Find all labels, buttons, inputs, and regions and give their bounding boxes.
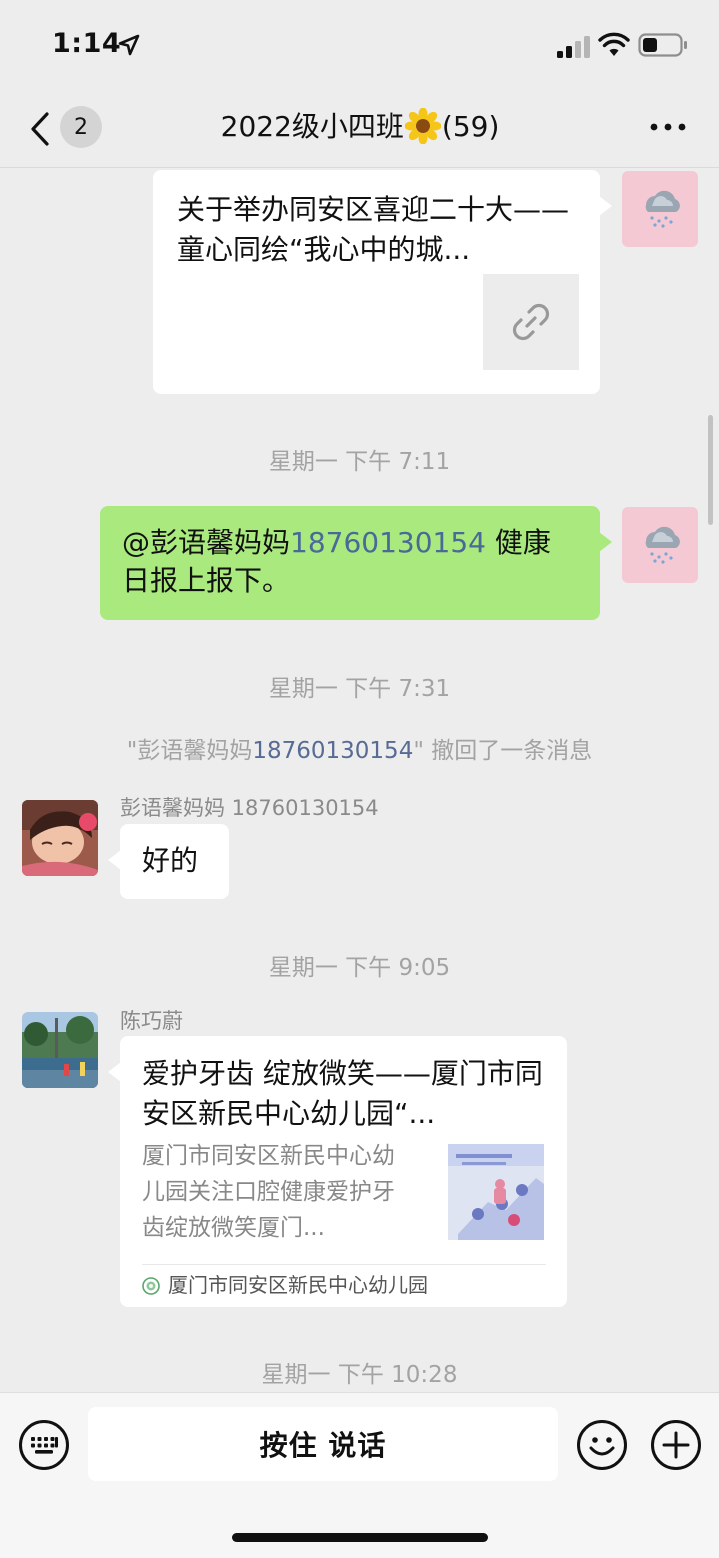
own-avatar[interactable] <box>622 507 698 583</box>
more-options-icon[interactable] <box>650 122 686 132</box>
recall-text: 撤回了一条消息 <box>423 738 593 764</box>
timestamp: 星期一 下午 10:28 <box>261 1362 458 1388</box>
add-attachment-icon[interactable] <box>650 1419 702 1471</box>
scrollbar[interactable] <box>708 415 713 525</box>
recall-quote-open: " <box>126 738 138 764</box>
article-thumbnail <box>448 1144 544 1240</box>
bubble-tail <box>599 532 612 552</box>
battery-icon <box>638 33 687 57</box>
mention-text: @彭语馨妈妈 <box>122 526 291 559</box>
hold-to-talk-button[interactable]: 按住 说话 <box>88 1407 558 1481</box>
sunflower-emoji-icon <box>404 108 441 144</box>
status-time: 1:14 <box>52 28 122 59</box>
bubble-tail <box>108 1062 121 1082</box>
incoming-message-text: 好的 <box>142 844 199 877</box>
keyboard-icon[interactable] <box>18 1419 70 1471</box>
own-text-bubble[interactable]: @彭语馨妈妈18760130154 健康日报上报下。 <box>100 506 612 620</box>
chat-title-name: 2022级小四班 <box>220 110 404 143</box>
recall-quote-close: " <box>413 738 424 764</box>
sender-name: 陈巧蔚 <box>120 1009 183 1033</box>
sender-avatar[interactable] <box>22 1012 98 1088</box>
home-indicator[interactable] <box>232 1533 488 1542</box>
recall-phone-link[interactable]: 18760130154 <box>252 738 413 764</box>
link-icon <box>512 303 550 341</box>
official-account-icon <box>142 1277 160 1295</box>
back-chevron-icon[interactable] <box>28 110 52 148</box>
bubble-tail <box>599 196 612 216</box>
cellular-signal-icon <box>557 36 590 58</box>
wifi-icon <box>598 32 630 56</box>
timestamp: 星期一 下午 7:31 <box>268 676 451 702</box>
link-card-thumbnail <box>483 274 579 370</box>
link-card-title: 关于举办同安区喜迎二十大——童心同绘“我心中的城... <box>177 193 570 266</box>
timestamp: 星期一 下午 7:11 <box>268 449 451 475</box>
article-title: 爱护牙齿 绽放微笑——厦门市同安区新民中心幼儿园“... <box>142 1057 543 1130</box>
article-divider <box>142 1264 546 1265</box>
chat-title[interactable]: 2022级小四班 (59) <box>150 106 570 148</box>
bubble-tail <box>108 850 121 870</box>
chat-input-bar: 按住 说话 <box>0 1392 719 1558</box>
article-description: 厦门市同安区新民中心幼儿园关注口腔健康爱护牙齿绽放微笑厦门... <box>142 1143 395 1241</box>
incoming-text-bubble[interactable]: 好的 <box>108 824 229 899</box>
own-avatar[interactable] <box>622 171 698 247</box>
sender-name: 彭语馨妈妈 18760130154 <box>120 796 379 820</box>
timestamp: 星期一 下午 9:05 <box>268 955 451 981</box>
article-source-name: 厦门市同安区新民中心幼儿园 <box>168 1273 428 1297</box>
emoji-icon[interactable] <box>576 1419 628 1471</box>
recall-name: 彭语馨妈妈 <box>137 738 253 764</box>
unread-count-badge[interactable]: 2 <box>60 106 102 148</box>
location-arrow-icon <box>118 34 140 56</box>
phone-number-link[interactable]: 18760130154 <box>290 526 486 559</box>
chat-member-count: (59) <box>441 110 500 143</box>
recall-notice: "彭语馨妈妈18760130154" 撤回了一条消息 <box>0 731 719 765</box>
own-message-text: @彭语馨妈妈18760130154 健康日报上报下。 <box>122 524 578 600</box>
article-source: 厦门市同安区新民中心幼儿园 <box>142 1270 428 1300</box>
own-link-card-bubble[interactable]: 关于举办同安区喜迎二十大——童心同绘“我心中的城... <box>153 170 612 394</box>
chat-nav-bar: 2 2022级小四班 (59) <box>0 92 719 168</box>
status-bar: 1:14 <box>0 0 719 92</box>
shared-article-card[interactable]: 爱护牙齿 绽放微笑——厦门市同安区新民中心幼儿园“... 厦门市同安区新民中心幼… <box>108 1036 567 1307</box>
message-list[interactable]: 关于举办同安区喜迎二十大——童心同绘“我心中的城... 星期一 下午 7:11 … <box>0 169 719 1392</box>
sender-avatar[interactable] <box>22 800 98 876</box>
